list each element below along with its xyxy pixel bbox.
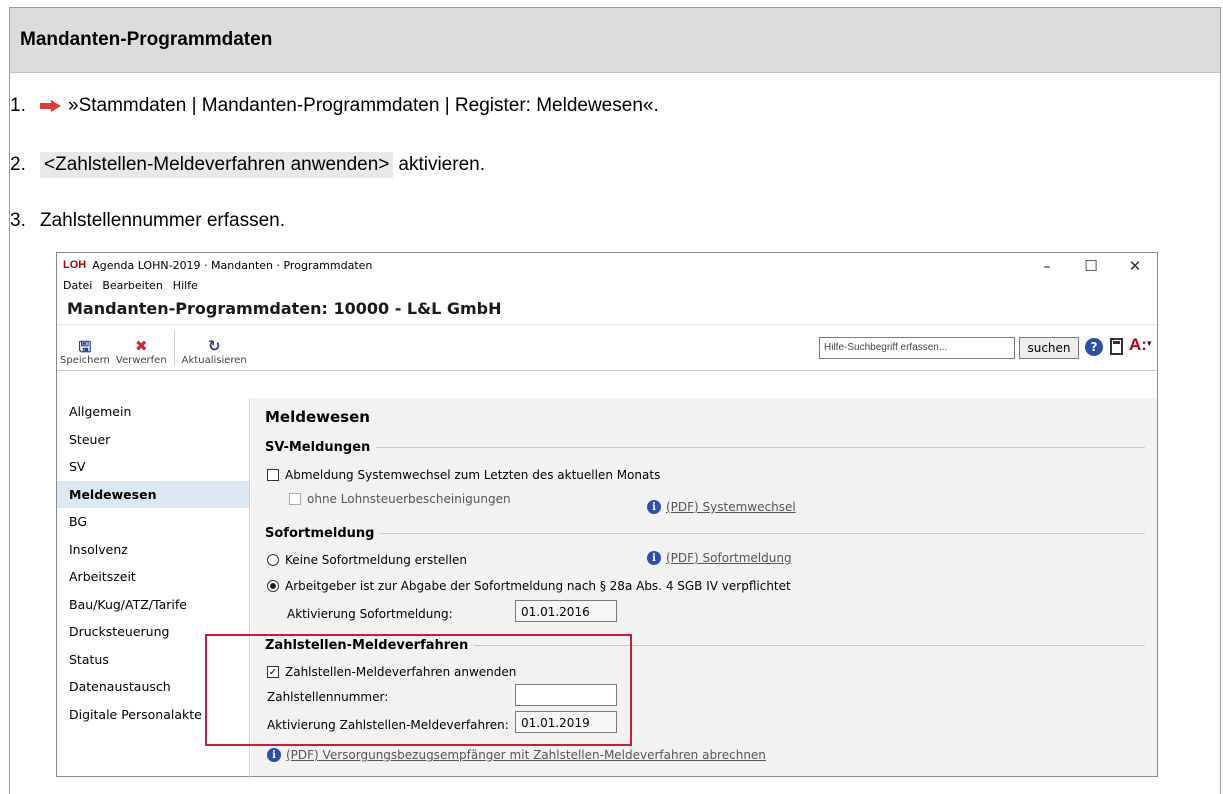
aktivierung-sofortmeldung-label: Aktivierung Sofortmeldung:: [287, 607, 453, 621]
keine-sofortmeldung-radio[interactable]: Keine Sofortmeldung erstellen: [267, 553, 467, 567]
discard-button[interactable]: ✖ Verwerfen: [113, 337, 170, 366]
maximize-button[interactable]: ☐: [1069, 253, 1113, 279]
page-title: Mandanten-Programmdaten: 10000 - L&L Gmb…: [57, 293, 1157, 325]
step-text: »Stammdaten | Mandanten-Programmdaten | …: [68, 95, 659, 116]
window-title: Agenda LOHN-2019 · Mandanten · Programmd…: [92, 258, 373, 272]
step-1: 1. »Stammdaten | Mandanten-Programmdaten…: [10, 95, 659, 117]
step-highlight: <Zahlstellen-Meldeverfahren anwenden>: [40, 152, 394, 178]
sidebar-item-arbeitszeit[interactable]: Arbeitszeit: [57, 563, 249, 591]
help-icon[interactable]: ?: [1085, 338, 1103, 356]
step-number: 1.: [10, 95, 26, 116]
search-button[interactable]: suchen: [1019, 337, 1079, 359]
group-sv-meldungen: SV-Meldungen: [265, 440, 1145, 455]
section-heading: Meldewesen: [265, 408, 370, 426]
sidebar-item-sv[interactable]: SV: [57, 453, 249, 481]
agenda-a-icon[interactable]: A:: [1129, 335, 1147, 355]
pdf-systemwechsel-link[interactable]: i (PDF) Systemwechsel: [647, 500, 796, 514]
title-bar: LOH Agenda LOHN-2019 · Mandanten · Progr…: [57, 253, 1157, 277]
refresh-button[interactable]: ↻ Aktualisieren: [179, 337, 250, 366]
sidebar-item-bg[interactable]: BG: [57, 508, 249, 536]
toolbar: 🖫 Speichern ✖ Verwerfen ↻ Aktualisieren …: [57, 325, 1157, 371]
step-3: 3. Zahlstellennummer erfassen.: [10, 210, 285, 232]
discard-icon: ✖: [134, 337, 148, 355]
refresh-icon: ↻: [207, 337, 221, 355]
pdf-sofortmeldung-link[interactable]: i (PDF) Sofortmeldung: [647, 551, 792, 565]
abmeldung-checkbox-row[interactable]: Abmeldung Systemwechsel zum Letzten des …: [267, 468, 660, 482]
calculator-icon[interactable]: [1110, 338, 1123, 355]
step-number: 3.: [10, 210, 26, 231]
menu-bar: Datei Bearbeiten Hilfe: [57, 277, 1157, 293]
ohne-lst-checkbox-row[interactable]: ohne Lohnsteuerbescheinigungen: [289, 492, 511, 506]
abmeldung-checkbox[interactable]: [267, 469, 279, 481]
group-sofortmeldung: Sofortmeldung: [265, 526, 1145, 541]
sidebar-item-bau[interactable]: Bau/Kug/ATZ/Tarife: [57, 591, 249, 619]
step-text: aktivieren.: [398, 154, 485, 175]
step-2: 2. <Zahlstellen-Meldeverfahren anwenden>…: [10, 152, 485, 178]
floppy-disk-icon: 🖫: [78, 338, 92, 356]
doc-heading: Mandanten-Programmdaten: [20, 29, 273, 50]
sidebar-item-insolvenz[interactable]: Insolvenz: [57, 536, 249, 564]
close-button[interactable]: ✕: [1113, 253, 1157, 279]
step-text: Zahlstellennummer erfassen.: [40, 210, 285, 231]
radio-button[interactable]: [267, 554, 279, 566]
info-icon: i: [267, 748, 281, 762]
minimize-button[interactable]: –: [1025, 253, 1069, 279]
pdf-versorgungsbezug-link[interactable]: i (PDF) Versorgungsbezugsempfänger mit Z…: [267, 748, 766, 762]
window-controls: – ☐ ✕: [1025, 253, 1157, 279]
aktivierung-sofortmeldung-field[interactable]: 01.01.2016: [515, 600, 617, 622]
menu-hilfe[interactable]: Hilfe: [173, 279, 198, 292]
sidebar-item-steuer[interactable]: Steuer: [57, 426, 249, 454]
radio-button-selected[interactable]: [267, 580, 279, 592]
ohne-lst-checkbox[interactable]: [289, 493, 301, 505]
app-logo: LOH: [63, 259, 87, 271]
info-icon: i: [647, 551, 661, 565]
toolbar-divider: [173, 330, 175, 366]
step-number: 2.: [10, 154, 26, 175]
menu-bearbeiten[interactable]: Bearbeiten: [102, 279, 162, 292]
menu-datei[interactable]: Datei: [63, 279, 92, 292]
chevron-down-icon[interactable]: ▾: [1147, 339, 1152, 349]
arrow-right-icon: [40, 100, 62, 112]
arbeitgeber-sofortmeldung-radio[interactable]: Arbeitgeber ist zur Abgabe der Sofortmel…: [267, 579, 791, 593]
help-search-input[interactable]: Hilfe-Suchbegriff erfassen...: [819, 337, 1015, 359]
doc-header: Mandanten-Programmdaten: [10, 8, 1220, 73]
save-button[interactable]: 🖫 Speichern: [57, 337, 113, 366]
sidebar-item-meldewesen[interactable]: Meldewesen: [57, 480, 249, 508]
highlight-frame: [205, 634, 632, 746]
sidebar-item-allgemein[interactable]: Allgemein: [57, 398, 249, 426]
info-icon: i: [647, 500, 661, 514]
